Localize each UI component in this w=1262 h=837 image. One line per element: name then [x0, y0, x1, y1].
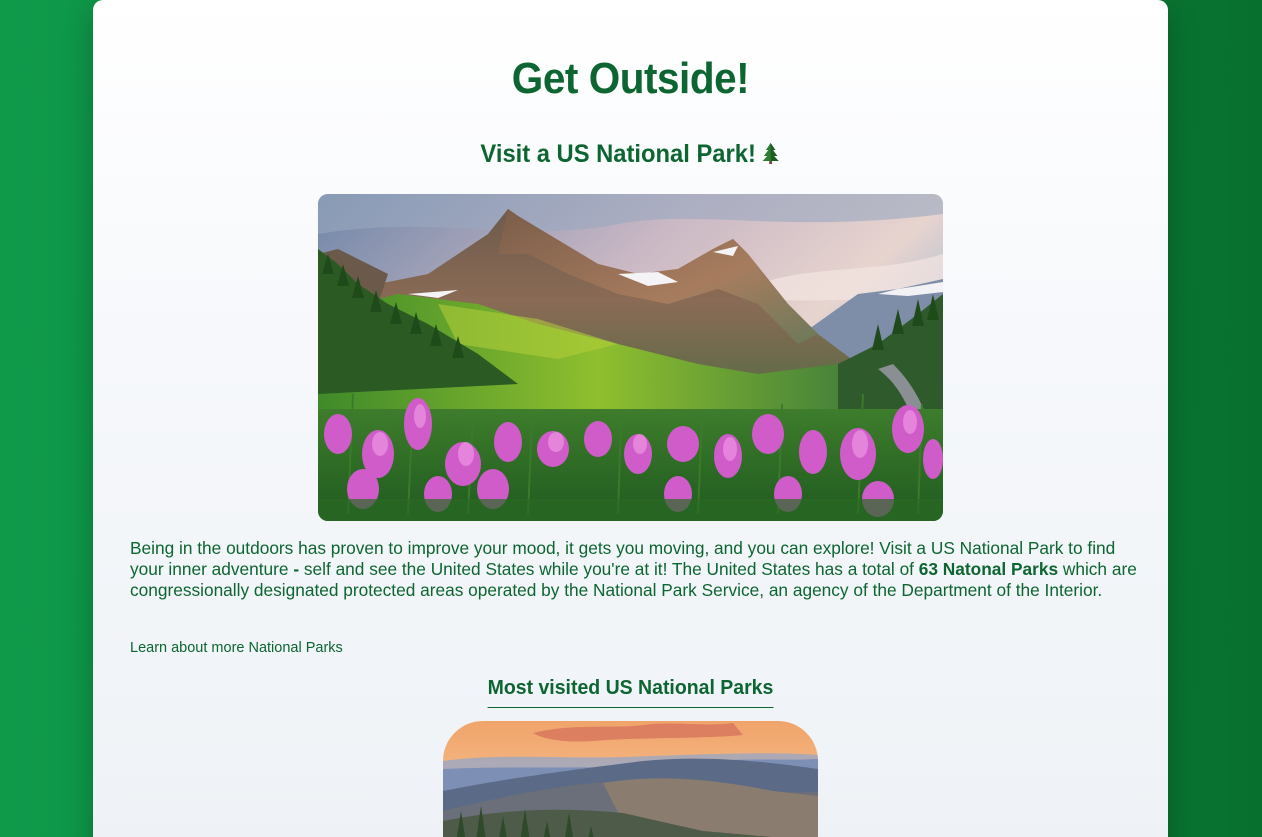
intro-paragraph: Being in the outdoors has proven to impr…	[130, 538, 1140, 601]
evergreen-tree-icon	[762, 142, 781, 164]
page-title: Get Outside!	[511, 54, 750, 103]
intro-text-middle: self and see the United States while you…	[299, 559, 919, 579]
learn-more-link[interactable]: Learn about more National Parks	[130, 640, 343, 656]
subtitle-text: Visit a US National Park!	[480, 140, 756, 168]
content-card: Get Outside! Visit a US National Park! B…	[93, 0, 1168, 837]
park-count-highlight: 63 Natonal Parks	[918, 559, 1059, 579]
hero-image	[318, 194, 943, 521]
subtitle: Visit a US National Park!	[120, 140, 1141, 169]
most-visited-image	[443, 721, 818, 837]
most-visited-heading: Most visited US National Parks	[487, 676, 774, 708]
